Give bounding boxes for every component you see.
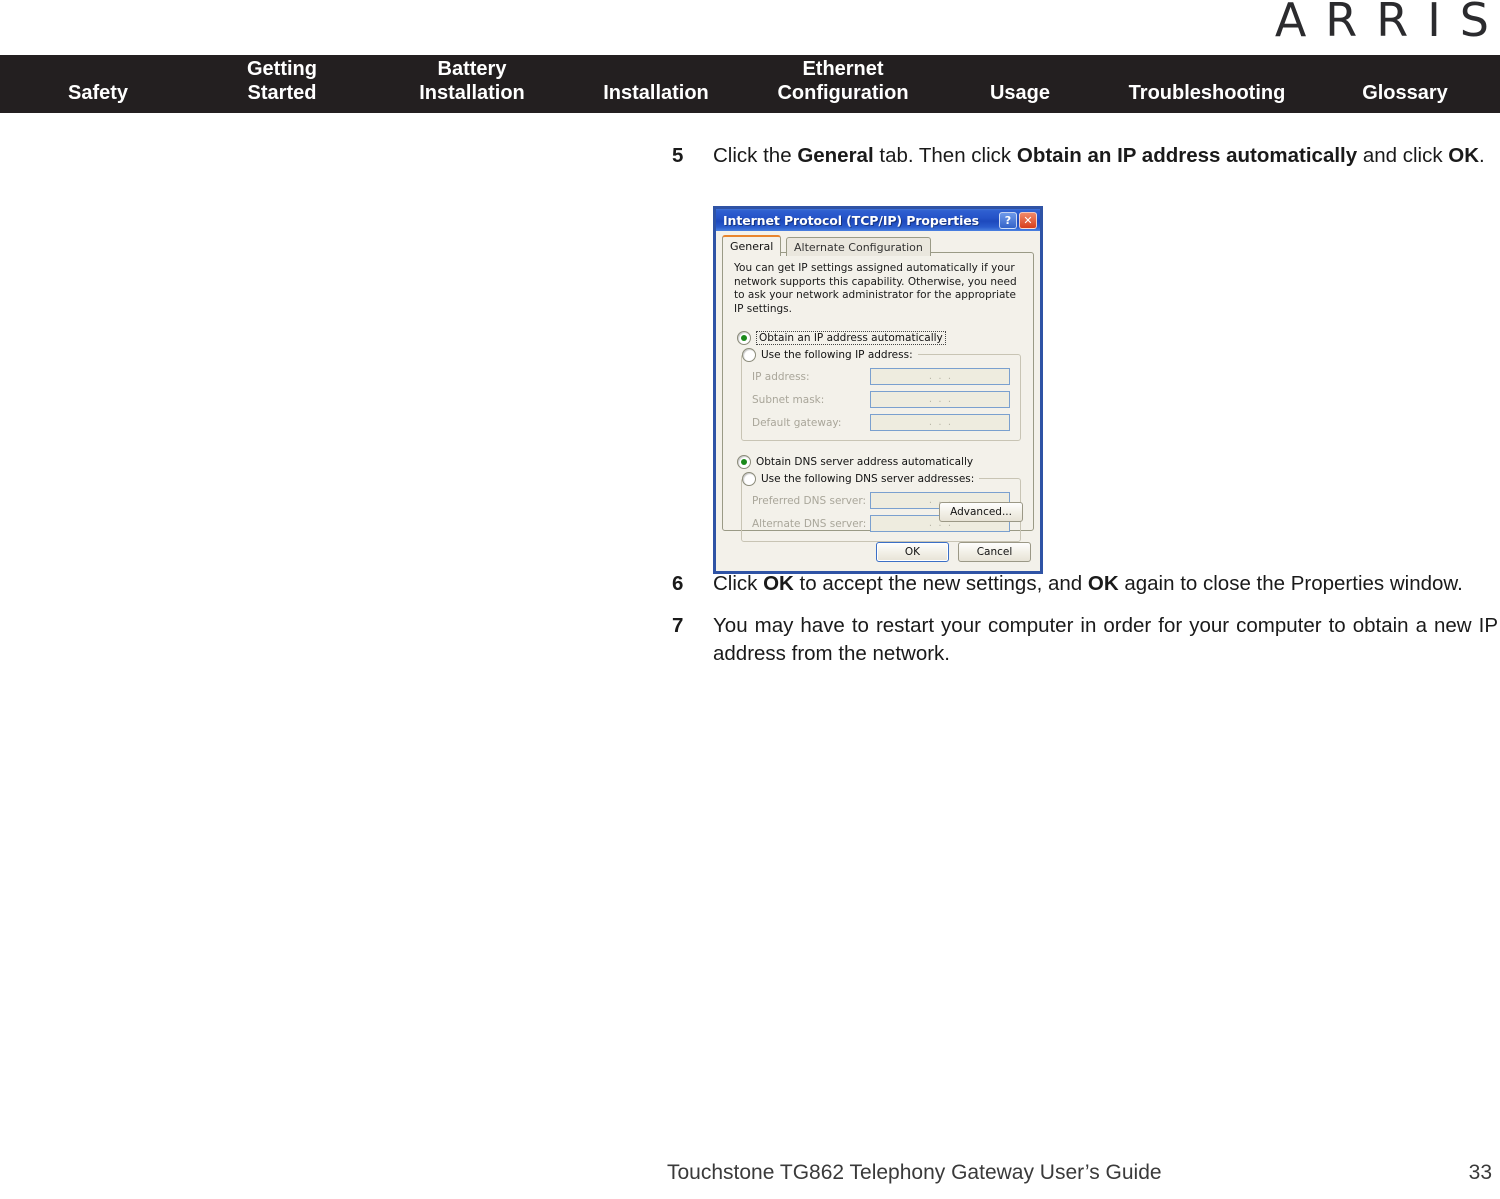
dialog-title: Internet Protocol (TCP/IP) Properties [723,212,979,228]
subnet-octet-separators: . . . [928,394,952,405]
radio-label-use-following-ip: Use the following IP address: [761,348,913,361]
step-5-text-part2: tab. Then click [873,144,1017,167]
nav-item-ethernet-configuration[interactable]: Ethernet Configuration [748,57,938,105]
page-footer: Touchstone TG862 Telephony Gateway User’… [0,1155,1500,1185]
arris-logo: ARRIS [1274,0,1500,47]
radio-obtain-dns-automatically[interactable]: Obtain DNS server address automatically [737,454,1033,470]
radio-label-obtain-ip: Obtain an IP address automatically [756,331,946,345]
nav-item-glossary[interactable]: Glossary [1332,81,1478,105]
label-ip-address: IP address: [752,370,810,383]
nav-item-battery-installation[interactable]: Battery Installation [382,57,562,105]
input-subnet-mask[interactable]: . . . [870,391,1010,408]
tab-alternate-configuration[interactable]: Alternate Configuration [786,237,931,256]
nav-item-usage[interactable]: Usage [952,81,1088,105]
tcpip-properties-dialog: Internet Protocol (TCP/IP) Properties ? … [713,206,1043,574]
advanced-button-wrapper: Advanced... [939,500,1023,522]
radio-obtain-ip-automatically[interactable]: Obtain an IP address automatically [737,330,1033,346]
footer-document-title: Touchstone TG862 Telephony Gateway User’… [667,1161,1162,1184]
step-5-text-part1: Click the [713,144,798,167]
field-row-default-gateway: Default gateway: . . . [752,414,1010,431]
dialog-tab-panel: You can get IP settings assigned automat… [722,252,1034,542]
step-6-bold-ok-2: OK [1087,572,1119,595]
nav-item-safety[interactable]: Safety [28,81,168,105]
dialog-footer-buttons: OK Cancel [876,542,1031,562]
step-6-text-part2: to accept the new settings, and [793,572,1088,595]
radio-use-following-dns[interactable]: Use the following DNS server addresses: [742,471,980,486]
nav-item-troubleshooting[interactable]: Troubleshooting [1103,81,1311,105]
field-row-ip-address: IP address: . . . [752,368,1010,385]
step-5-text-part4: . [1479,144,1485,167]
step-5-bold-obtain-ip: Obtain an IP address automatically [1016,144,1358,167]
step-5-text-part3: and click [1357,144,1449,167]
step-5: 5 Click the General tab. Then click Obtai… [668,142,1498,170]
dialog-titlebar[interactable]: Internet Protocol (TCP/IP) Properties ? … [713,206,1043,231]
close-icon[interactable]: ✕ [1019,211,1037,229]
step-5-number: 5 [672,144,684,167]
step-6-number: 6 [672,572,684,595]
radio-button-icon-obtain-dns[interactable] [737,455,751,469]
radio-button-icon-obtain-ip[interactable] [737,331,751,345]
help-icon[interactable]: ? [999,211,1017,229]
label-preferred-dns: Preferred DNS server: [752,494,867,507]
step-7-text: You may have to restart your computer in… [713,614,1498,665]
step-6-bold-ok-1: OK [763,572,794,595]
top-navigation-bar: Safety Getting Started Battery Installat… [0,55,1500,113]
radio-label-use-following-dns: Use the following DNS server addresses: [761,472,975,485]
gateway-octet-separators: . . . [928,417,952,428]
radio-label-obtain-dns: Obtain DNS server address automatically [756,456,974,468]
label-subnet-mask: Subnet mask: [752,393,825,406]
step-6: 6 Click OK to accept the new settings, an… [668,570,1498,598]
dialog-description: You can get IP settings assigned automat… [734,262,1017,315]
step-5-bold-general: General [797,144,874,167]
cancel-button[interactable]: Cancel [958,542,1031,562]
ip-octet-separators: . . . [928,371,952,382]
step-6-text-part3: again to close the Properties window. [1118,572,1463,595]
nav-item-installation[interactable]: Installation [566,81,746,105]
label-alternate-dns: Alternate DNS server: [752,517,867,530]
tab-general[interactable]: General [722,235,782,256]
input-ip-address[interactable]: . . . [870,368,1010,385]
label-default-gateway: Default gateway: [752,416,842,429]
advanced-button[interactable]: Advanced... [939,502,1023,522]
radio-button-icon-manual-ip[interactable] [742,347,756,362]
manual-ip-groupbox: Use the following IP address: IP address… [741,347,1021,441]
field-row-subnet-mask: Subnet mask: . . . [752,391,1010,408]
ok-button[interactable]: OK [876,542,949,562]
step-7-number: 7 [672,614,684,637]
radio-use-following-ip[interactable]: Use the following IP address: [742,347,918,362]
step-5-bold-ok: OK [1448,144,1480,167]
step-7: 7 You may have to restart your computer i… [668,612,1498,668]
footer-page-number: 33 [1468,1161,1492,1184]
radio-button-icon-manual-dns[interactable] [742,471,756,486]
step-6-text-part1: Click [713,572,764,595]
nav-item-getting-started[interactable]: Getting Started [212,57,352,105]
input-default-gateway[interactable]: . . . [870,414,1010,431]
